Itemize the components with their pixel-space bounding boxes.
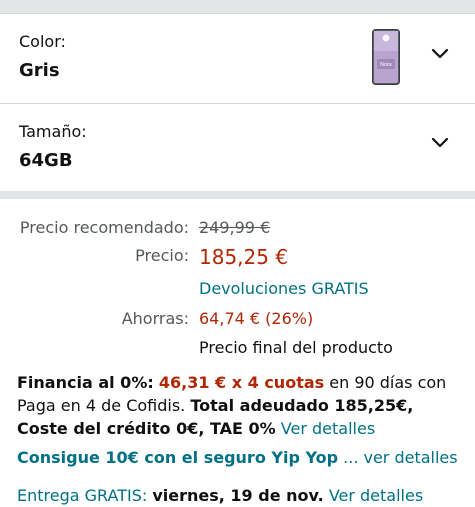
color-selector[interactable]: Color: Gris Note bbox=[0, 14, 475, 103]
color-value: Gris bbox=[19, 60, 60, 81]
delivery-info: Entrega GRATIS: viernes, 19 de nov. Ver … bbox=[17, 484, 462, 507]
financing-intro: Financia al 0%: bbox=[17, 373, 154, 392]
size-label: Tamaño: bbox=[19, 122, 87, 141]
insurance-promo: Consigue 10€ con el seguro Yip Yop ... v… bbox=[17, 446, 462, 469]
financing-installments: 46,31 € x 4 cuotas bbox=[158, 373, 325, 392]
final-price-note: Precio final del producto bbox=[199, 338, 393, 357]
savings-label: Ahorras: bbox=[121, 309, 189, 328]
chevron-down-icon[interactable] bbox=[429, 43, 451, 65]
price-value: 185,25 € bbox=[199, 245, 289, 269]
color-label: Color: bbox=[19, 32, 66, 51]
recommended-price-label: Precio recomendado: bbox=[19, 218, 189, 237]
insurance-more-link[interactable]: ... ver detalles bbox=[343, 448, 457, 467]
section-divider-band bbox=[0, 191, 475, 199]
svg-text:Note: Note bbox=[380, 62, 392, 68]
free-returns-link[interactable]: Devoluciones GRATIS bbox=[199, 279, 369, 298]
recommended-price-value: 249,99 € bbox=[199, 218, 271, 237]
financing-offer: Financia al 0%: 46,31 € x 4 cuotas en 90… bbox=[17, 371, 462, 440]
price-label: Precio: bbox=[135, 246, 189, 265]
chevron-down-icon[interactable] bbox=[429, 132, 451, 154]
savings-value: 64,74 € (26%) bbox=[199, 309, 314, 328]
top-divider-band bbox=[0, 0, 475, 14]
size-value: 64GB bbox=[19, 150, 73, 171]
phone-thumbnail-image: Note bbox=[372, 29, 400, 85]
delivery-details-link[interactable]: Ver detalles bbox=[329, 486, 423, 505]
size-selector[interactable]: Tamaño: 64GB bbox=[0, 104, 475, 191]
financing-details-link[interactable]: Ver detalles bbox=[281, 419, 375, 438]
delivery-date: viernes, 19 de nov. bbox=[152, 486, 324, 505]
delivery-prefix: Entrega GRATIS: bbox=[17, 486, 153, 505]
insurance-promo-link[interactable]: Consigue 10€ con el seguro Yip Yop bbox=[17, 448, 338, 467]
